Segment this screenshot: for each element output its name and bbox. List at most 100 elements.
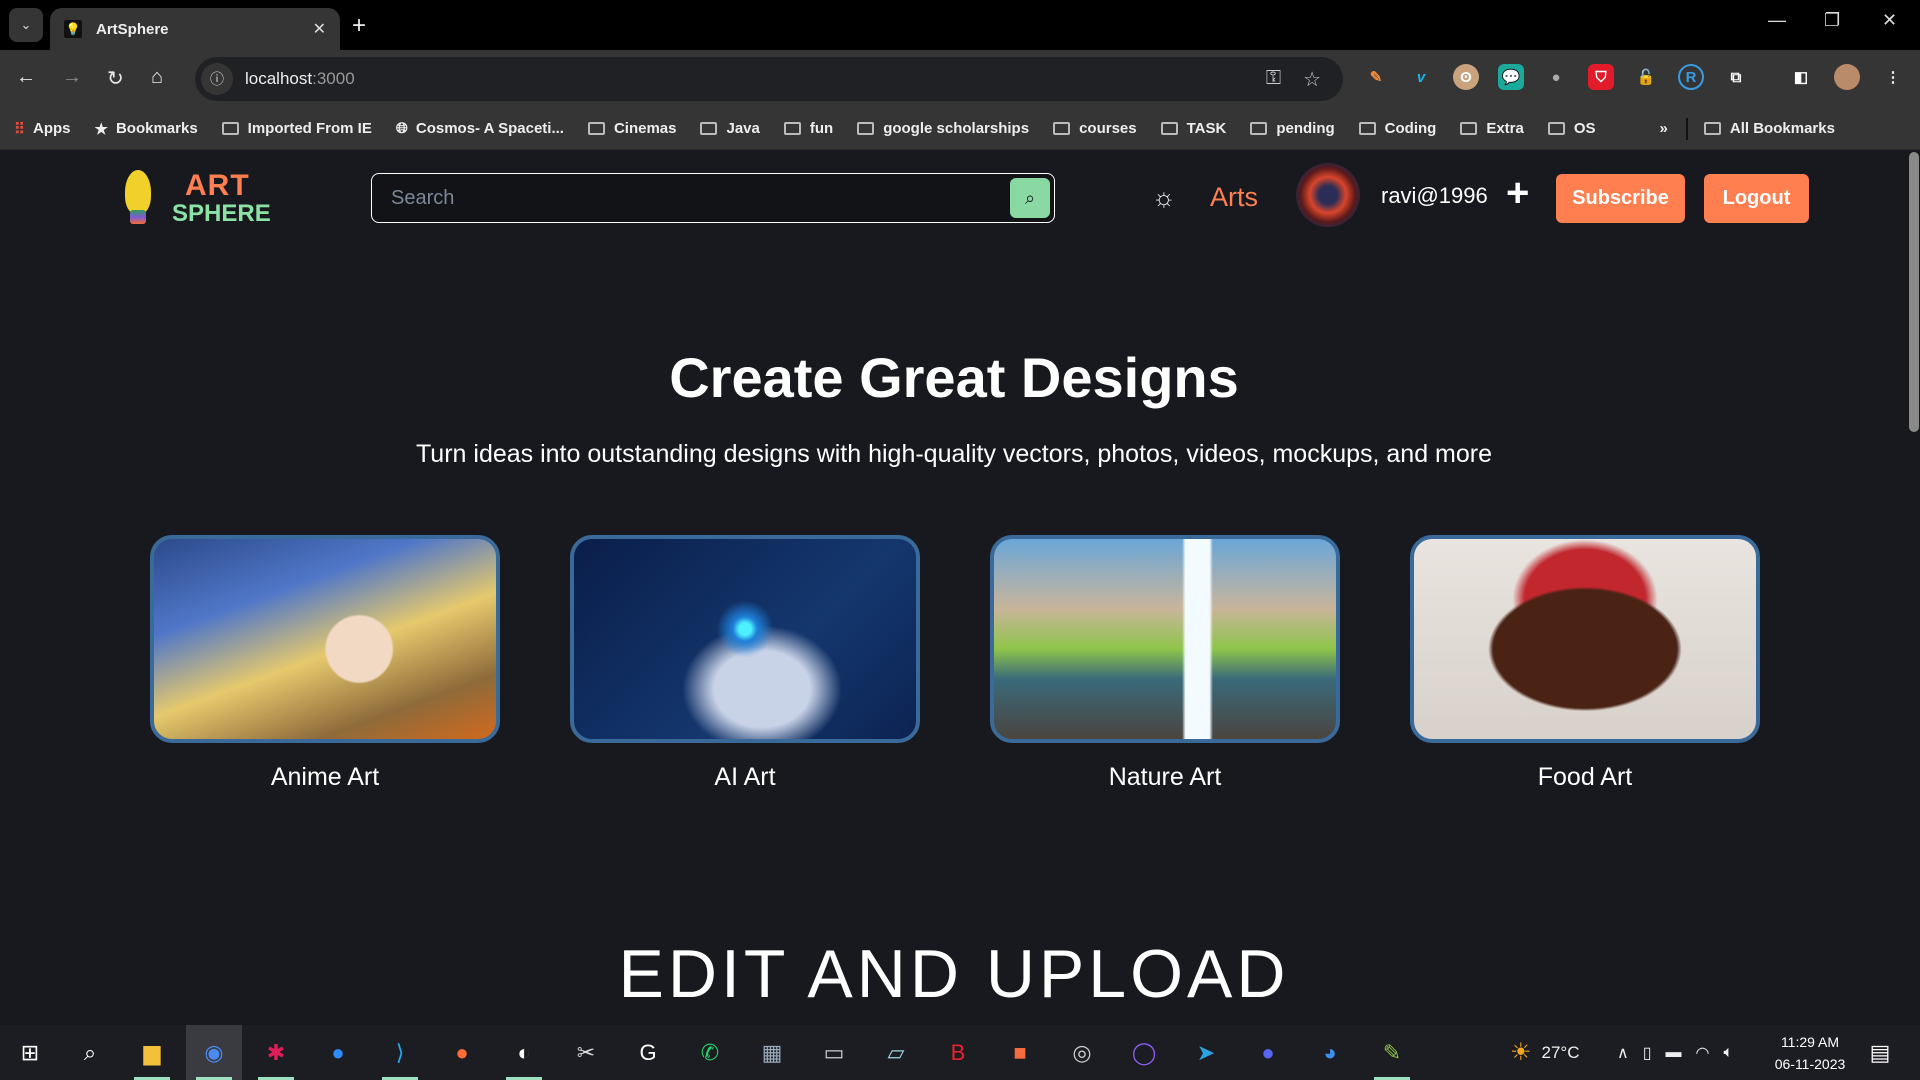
- snipping-tool-icon[interactable]: ✂: [558, 1025, 614, 1080]
- new-tab-button[interactable]: +: [352, 12, 366, 40]
- whatsapp-icon[interactable]: ✆: [682, 1025, 738, 1080]
- postman-icon[interactable]: ●: [434, 1025, 490, 1080]
- dts-audio-icon[interactable]: ■: [992, 1025, 1048, 1080]
- restore-button[interactable]: ❐: [1824, 10, 1840, 31]
- logout-button[interactable]: Logout: [1704, 174, 1809, 223]
- tab-search-button[interactable]: ⌄: [9, 8, 43, 42]
- terminal-icon[interactable]: ▭: [806, 1025, 862, 1080]
- bookmark-extra[interactable]: Extra: [1460, 120, 1524, 137]
- browser-tab-active[interactable]: 💡 ArtSphere ✕: [50, 8, 340, 50]
- subscribe-button[interactable]: Subscribe: [1556, 174, 1685, 223]
- add-art-button[interactable]: +: [1506, 171, 1529, 216]
- volume-icon[interactable]: 🔈︎: [1724, 1044, 1734, 1062]
- bitdefender-icon[interactable]: B: [930, 1025, 986, 1080]
- password-key-icon[interactable]: ⚿: [1266, 67, 1281, 92]
- artsphere-logo[interactable]: ART SPHERE: [110, 162, 271, 232]
- nature-art-image[interactable]: [990, 535, 1340, 743]
- food-art-image[interactable]: [1410, 535, 1760, 743]
- bookmark-all-bookmarks[interactable]: All Bookmarks: [1703, 120, 1835, 137]
- bookmark-courses[interactable]: courses: [1053, 120, 1137, 137]
- forward-arrow-icon[interactable]: →: [62, 66, 82, 89]
- site-info-icon[interactable]: ⓘ: [201, 63, 233, 95]
- bookmark-cinemas[interactable]: Cinemas: [587, 120, 676, 137]
- firefox-icon[interactable]: ◕: [1302, 1025, 1358, 1080]
- unlock-extension-icon[interactable]: 🔓: [1633, 64, 1659, 90]
- bookmark-label: Extra: [1486, 120, 1524, 137]
- chat-extension-icon[interactable]: 💬: [1498, 64, 1524, 90]
- obs-studio-icon[interactable]: ◎: [1054, 1025, 1110, 1080]
- meet-now-icon[interactable]: ▯: [1643, 1043, 1652, 1063]
- folder-icon: [1460, 122, 1478, 135]
- bookmark-os[interactable]: OS: [1547, 120, 1596, 137]
- arts-link[interactable]: Arts: [1210, 182, 1258, 213]
- theme-toggle-sun-icon[interactable]: ☼: [1152, 182, 1176, 213]
- close-tab-icon[interactable]: ✕: [313, 19, 326, 39]
- bookmark-google-scholarships[interactable]: google scholarships: [857, 120, 1029, 137]
- category-card-anime[interactable]: Anime Art: [150, 535, 500, 792]
- r-extension-icon[interactable]: R: [1678, 64, 1704, 90]
- bookmark-fun[interactable]: fun: [783, 120, 833, 137]
- windows-start-icon[interactable]: ⊞: [2, 1025, 58, 1080]
- notifications-icon[interactable]: ▤: [1852, 1025, 1908, 1080]
- category-card-nature[interactable]: Nature Art: [990, 535, 1340, 792]
- category-card-ai[interactable]: AI Art: [570, 535, 920, 792]
- bookmarks-overflow-button[interactable]: »: [1660, 120, 1668, 137]
- apps-grid-icon: ⠿: [14, 120, 25, 138]
- weather-widget[interactable]: ☀ 27°C: [1510, 1025, 1580, 1080]
- notepad-icon[interactable]: ▱: [868, 1025, 924, 1080]
- user-avatar[interactable]: [1296, 163, 1360, 227]
- vimeo-extension-icon[interactable]: v: [1408, 64, 1434, 90]
- battery-icon[interactable]: ▬: [1666, 1044, 1682, 1062]
- telegram-icon[interactable]: ➤: [1178, 1025, 1234, 1080]
- mongodb-compass-icon[interactable]: ◐: [496, 1025, 552, 1080]
- bug-extension-icon[interactable]: ●: [1543, 64, 1569, 90]
- profile-avatar-icon[interactable]: [1834, 64, 1860, 90]
- search-input[interactable]: [372, 174, 992, 222]
- zoom-icon[interactable]: ●: [310, 1025, 366, 1080]
- menu-kebab-icon[interactable]: ⋮: [1880, 64, 1906, 90]
- bookmark-apps[interactable]: ⠿ Apps: [14, 120, 71, 138]
- bookmark-pending[interactable]: pending: [1250, 120, 1335, 137]
- search-button[interactable]: ⌕: [1010, 178, 1050, 218]
- logitech-icon[interactable]: G: [620, 1025, 676, 1080]
- reload-icon[interactable]: ↻: [107, 66, 124, 91]
- chrome-icon[interactable]: ◉: [186, 1025, 242, 1080]
- calculator-icon[interactable]: ▦: [744, 1025, 800, 1080]
- category-card-food[interactable]: Food Art: [1410, 535, 1760, 792]
- extensions-puzzle-icon[interactable]: ⧉: [1723, 64, 1749, 90]
- scrollbar-thumb[interactable]: [1909, 152, 1919, 432]
- side-panel-icon[interactable]: ◧: [1788, 64, 1814, 90]
- tab-title: ArtSphere: [96, 20, 169, 38]
- ai-art-image[interactable]: [570, 535, 920, 743]
- bookmark-java[interactable]: Java: [700, 120, 760, 137]
- anime-art-image[interactable]: [150, 535, 500, 743]
- favicon-bulb-icon: 💡: [64, 20, 82, 38]
- bookmark-bookmarks[interactable]: ★ Bookmarks: [95, 120, 198, 138]
- bookmark-task[interactable]: TASK: [1160, 120, 1226, 137]
- page-scrollbar[interactable]: [1908, 150, 1920, 1025]
- discord-icon[interactable]: ●: [1240, 1025, 1296, 1080]
- vscode-icon[interactable]: ⟩: [372, 1025, 428, 1080]
- face-extension-icon[interactable]: ʘ: [1453, 64, 1479, 90]
- color-picker-extension-icon[interactable]: ✎: [1363, 64, 1389, 90]
- bookmark-coding[interactable]: Coding: [1358, 120, 1436, 137]
- taskbar-search-icon[interactable]: ⌕: [62, 1025, 118, 1080]
- bookmark-star-icon[interactable]: ☆: [1303, 67, 1321, 92]
- notepad-plus-plus-icon[interactable]: ✎: [1364, 1025, 1420, 1080]
- back-arrow-icon[interactable]: ←: [16, 66, 36, 89]
- shield-extension-icon[interactable]: ⛉: [1588, 64, 1614, 90]
- circle-app-icon[interactable]: ◯: [1116, 1025, 1172, 1080]
- username[interactable]: ravi@1996: [1381, 183, 1488, 209]
- address-bar[interactable]: ⓘ localhost:3000 ⚿ ☆: [195, 57, 1343, 101]
- wifi-icon[interactable]: ◠: [1696, 1043, 1710, 1063]
- file-explorer-icon[interactable]: ▆: [124, 1025, 180, 1080]
- bookmark-imported-from-ie[interactable]: Imported From IE: [221, 120, 372, 137]
- show-hidden-icons-chevron[interactable]: ∧: [1617, 1043, 1629, 1063]
- clock[interactable]: 11:29 AM 06-11-2023: [1760, 1031, 1860, 1075]
- close-window-button[interactable]: ✕: [1882, 10, 1897, 31]
- bookmark-label: Imported From IE: [247, 120, 372, 137]
- minimize-button[interactable]: —: [1768, 10, 1786, 31]
- bookmark-cosmos[interactable]: 🌐︎ Cosmos- A Spaceti...: [396, 120, 564, 137]
- slack-icon[interactable]: ✱: [248, 1025, 304, 1080]
- home-icon[interactable]: ⌂: [151, 66, 163, 89]
